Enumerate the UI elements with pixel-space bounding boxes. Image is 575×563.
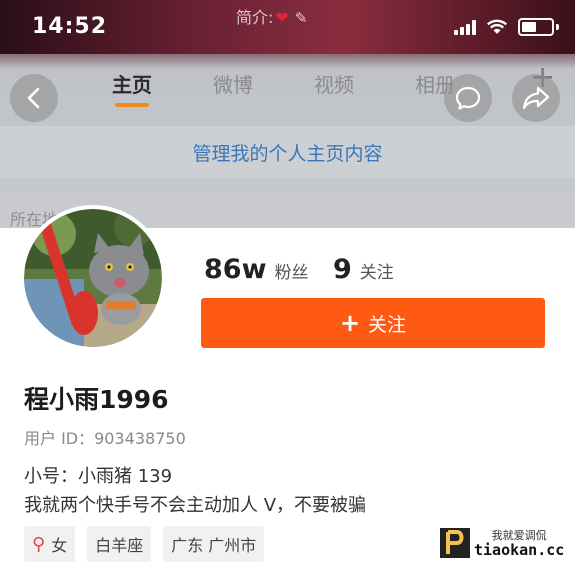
fans-stat[interactable]: 86w 粉丝	[204, 254, 309, 285]
chat-bubble-icon	[455, 86, 481, 110]
following-count: 9	[333, 254, 352, 285]
tab-video[interactable]: 视频	[314, 69, 354, 98]
profile-tags: ⚲ 女 白羊座 广东 广州市	[24, 526, 265, 562]
heart-icon: ❤	[275, 8, 289, 27]
watermark-url: tiaokan.cc	[474, 541, 565, 559]
gender-tag: ⚲ 女	[24, 526, 76, 562]
avatar[interactable]	[20, 205, 166, 351]
tab-weibo[interactable]: 微博	[213, 69, 253, 98]
status-bar: 14:52 简介: ❤ ✎	[0, 0, 575, 54]
female-icon: ⚲	[32, 533, 46, 555]
share-arrow-icon	[522, 86, 550, 110]
watermark: 我就爱调侃 tiaokan.cc	[440, 526, 572, 560]
fans-label: 粉丝	[274, 263, 309, 283]
bio-line: 小号：小雨猪 139	[24, 466, 173, 487]
bio-line: 我就两个快手号不会主动加人 V，不要被骗	[24, 495, 367, 516]
region-label: 广东 广州市	[171, 536, 257, 555]
wifi-icon	[486, 19, 508, 34]
active-tab-indicator	[115, 103, 149, 107]
following-stat[interactable]: 9 关注	[333, 254, 394, 285]
back-button[interactable]	[10, 74, 58, 122]
user-id: 用户 ID：903438750	[24, 429, 186, 448]
profile-bio: 小号：小雨猪 139 我就两个快手号不会主动加人 V，不要被骗	[24, 462, 366, 520]
following-label: 关注	[359, 263, 394, 283]
profile-name: 程小雨1996	[24, 385, 169, 414]
zodiac-label: 白羊座	[95, 536, 144, 555]
fans-count: 86w	[204, 254, 267, 285]
cat-photo-image	[24, 209, 162, 347]
status-time: 14:52	[32, 14, 108, 39]
follow-button[interactable]: + 关注	[201, 298, 545, 348]
plus-icon: +	[339, 309, 361, 337]
signal-icon	[454, 19, 476, 35]
follow-button-label: 关注	[368, 313, 407, 336]
battery-icon	[518, 18, 554, 36]
tab-home[interactable]: 主页	[112, 69, 152, 98]
region-tag: 广东 广州市	[163, 526, 265, 562]
manage-profile-link[interactable]: 管理我的个人主页内容	[0, 126, 575, 178]
watermark-logo	[440, 528, 470, 558]
share-button[interactable]	[512, 74, 560, 122]
intro-label: 简介:	[236, 8, 274, 27]
chevron-left-icon	[27, 87, 40, 109]
zodiac-tag: 白羊座	[87, 526, 152, 562]
message-button[interactable]	[444, 74, 492, 122]
intro-text: 简介: ❤ ✎	[236, 4, 307, 28]
gender-label: 女	[51, 536, 68, 555]
edit-icon: ✎	[294, 9, 308, 27]
